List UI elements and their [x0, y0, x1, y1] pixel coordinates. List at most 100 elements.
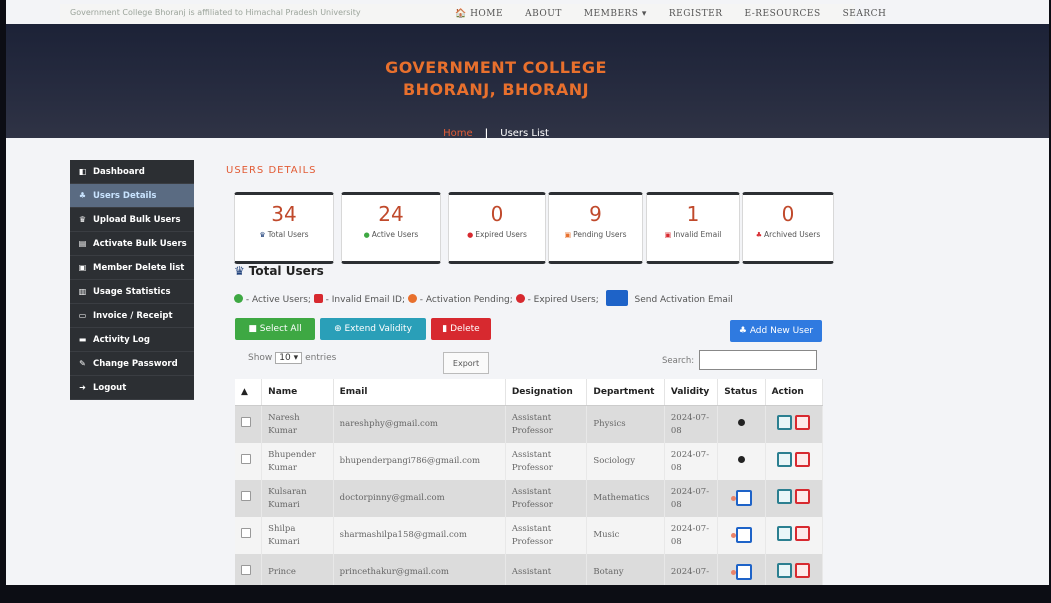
sidebar-item-member-delete-list[interactable]: ▣ Member Delete list [70, 256, 194, 280]
cell-department: Botany [586, 554, 665, 585]
dashboard-icon: ◧ [78, 167, 87, 176]
edit-icon[interactable] [777, 525, 793, 541]
select-all-button[interactable]: ■ Select All [235, 318, 315, 340]
search-input[interactable] [699, 350, 817, 370]
stat-label: Total Users [267, 230, 309, 239]
column-header-status[interactable]: Status [717, 379, 766, 406]
total-users-heading: ♛ Total Users [234, 264, 324, 278]
cell-email: doctorpinny@gmail.com [333, 480, 506, 517]
cell-designation: Assistant Professor [505, 443, 588, 480]
cell-status [717, 443, 766, 480]
sidebar-item-label: Change Password [93, 358, 178, 369]
cell-validity: 2024-07-08 [664, 517, 719, 554]
column-header-email[interactable]: Email [333, 379, 506, 406]
sidebar-item-logout[interactable]: ➜ Logout [70, 376, 194, 400]
extend-validity-button[interactable]: ⊕ Extend Validity [320, 318, 426, 340]
row-checkbox[interactable] [241, 491, 251, 501]
delete-button[interactable]: ▮ Delete [431, 318, 491, 340]
stat-value: 1 [686, 202, 700, 226]
users-icon: ♣ [78, 191, 87, 200]
sidebar-item-activate-bulk-users[interactable]: ▤ Activate Bulk Users [70, 232, 194, 256]
column-header-name[interactable]: Name [261, 379, 334, 406]
column-header-action[interactable]: Action [765, 379, 824, 406]
delete-icon[interactable] [795, 451, 811, 467]
breadcrumb-home[interactable]: Home [443, 128, 473, 139]
send-email-icon[interactable] [735, 489, 752, 506]
legend-active: - Active Users; [245, 295, 311, 305]
expired-status-icon [515, 294, 525, 303]
row-checkbox[interactable] [241, 454, 251, 464]
row-checkbox[interactable] [241, 417, 251, 427]
page-title-line1: GOVERNMENT COLLEGE [385, 58, 607, 77]
stat-label: Pending Users [573, 230, 627, 239]
nav-e-resources[interactable]: E-RESOURCES [744, 9, 820, 19]
page-banner: GOVERNMENT COLLEGE BHORANJ, BHORANJ Home… [6, 24, 1049, 139]
entries-select[interactable]: 10 ▾ [275, 352, 303, 364]
archive-icon: ♣ [755, 231, 763, 239]
stat-value: 24 [378, 202, 404, 226]
stat-label: Active Users [371, 230, 419, 239]
search-label: Search: [662, 356, 695, 366]
column-header-validity[interactable]: Validity [664, 379, 719, 406]
edit-icon[interactable] [777, 414, 793, 430]
delete-icon[interactable] [795, 525, 811, 541]
cell-status [717, 517, 766, 554]
sidebar-item-label: Dashboard [93, 166, 145, 177]
table-row: Prince princethakur@gmail.com Assistant … [235, 554, 824, 585]
cell-name: Kulsaran Kumari [261, 480, 334, 517]
stat-value: 9 [589, 202, 602, 226]
cell-status [717, 554, 766, 585]
site-tagline: Government College Bhoranj is affiliated… [70, 8, 361, 17]
table-row: Shilpa Kumari sharmashilpa158@gmail.com … [235, 517, 824, 554]
nav-register[interactable]: REGISTER [669, 9, 723, 19]
sidebar-item-change-password[interactable]: ✎ Change Password [70, 352, 194, 376]
nav-members[interactable]: MEMBERS ▾ [584, 9, 647, 19]
add-new-user-button[interactable]: ♣ Add New User [730, 320, 822, 342]
cell-designation: Assistant Professor [505, 480, 588, 517]
sidebar-item-label: Usage Statistics [93, 286, 171, 297]
delete-icon[interactable] [795, 414, 811, 430]
edit-icon[interactable] [777, 488, 793, 504]
cell-action [765, 517, 824, 554]
send-email-icon[interactable] [735, 526, 752, 543]
legend-send: Send Activation Email [634, 295, 733, 305]
top-navbar: Government College Bhoranj is affiliated… [60, 4, 886, 25]
sidebar-item-activity-log[interactable]: ▬ Activity Log [70, 328, 194, 352]
row-checkbox[interactable] [241, 528, 251, 538]
export-button[interactable]: Export [443, 352, 489, 374]
logout-icon: ➜ [79, 383, 86, 392]
stat-card-expired: 0 ● Expired Users [448, 192, 546, 264]
edit-icon[interactable] [777, 451, 793, 467]
sidebar-item-users-details[interactable]: ♣ Users Details [70, 184, 194, 208]
delete-icon[interactable] [795, 562, 811, 578]
sidebar-item-invoice-receipt[interactable]: ▭ Invoice / Receipt [70, 304, 194, 328]
sidebar-item-label: Member Delete list [93, 262, 185, 273]
cell-email: sharmashilpa158@gmail.com [333, 517, 506, 554]
cell-designation: Assistant Professor [505, 517, 588, 554]
sidebar-item-usage-statistics[interactable]: ▥ Usage Statistics [70, 280, 194, 304]
nav-about[interactable]: ABOUT [525, 9, 562, 19]
nav-search[interactable]: SEARCH [843, 9, 887, 19]
sidebar-item-label: Upload Bulk Users [93, 214, 181, 225]
monitor-bezel [0, 585, 1051, 603]
sidebar-item-dashboard[interactable]: ◧ Dashboard [70, 160, 194, 184]
send-email-icon[interactable] [735, 563, 752, 580]
stat-card-active: 24 ● Active Users [341, 192, 441, 264]
column-header-department[interactable]: Department [586, 379, 665, 406]
cell-validity: 2024-07-08 [664, 405, 719, 443]
sidebar-item-upload-bulk-users[interactable]: ♛ Upload Bulk Users [70, 208, 194, 232]
pending-icon: ▣ [564, 231, 572, 239]
extend-validity-label: Extend Validity [344, 324, 412, 334]
invalid-email-icon [313, 294, 323, 303]
row-checkbox[interactable] [241, 565, 251, 575]
column-header-designation[interactable]: Designation [505, 379, 588, 406]
column-header-sort[interactable]: ▲ [235, 379, 263, 406]
edit-icon[interactable] [777, 562, 793, 578]
print-icon: ▭ [78, 311, 87, 320]
nav-home[interactable]: 🏠 HOME [455, 9, 503, 19]
active-status-icon [234, 294, 243, 303]
table-row: Kulsaran Kumari doctorpinny@gmail.com As… [235, 480, 824, 517]
cell-name: Shilpa Kumari [261, 517, 334, 554]
delete-icon[interactable] [795, 488, 811, 504]
cell-validity: 2024-07- [664, 554, 719, 585]
